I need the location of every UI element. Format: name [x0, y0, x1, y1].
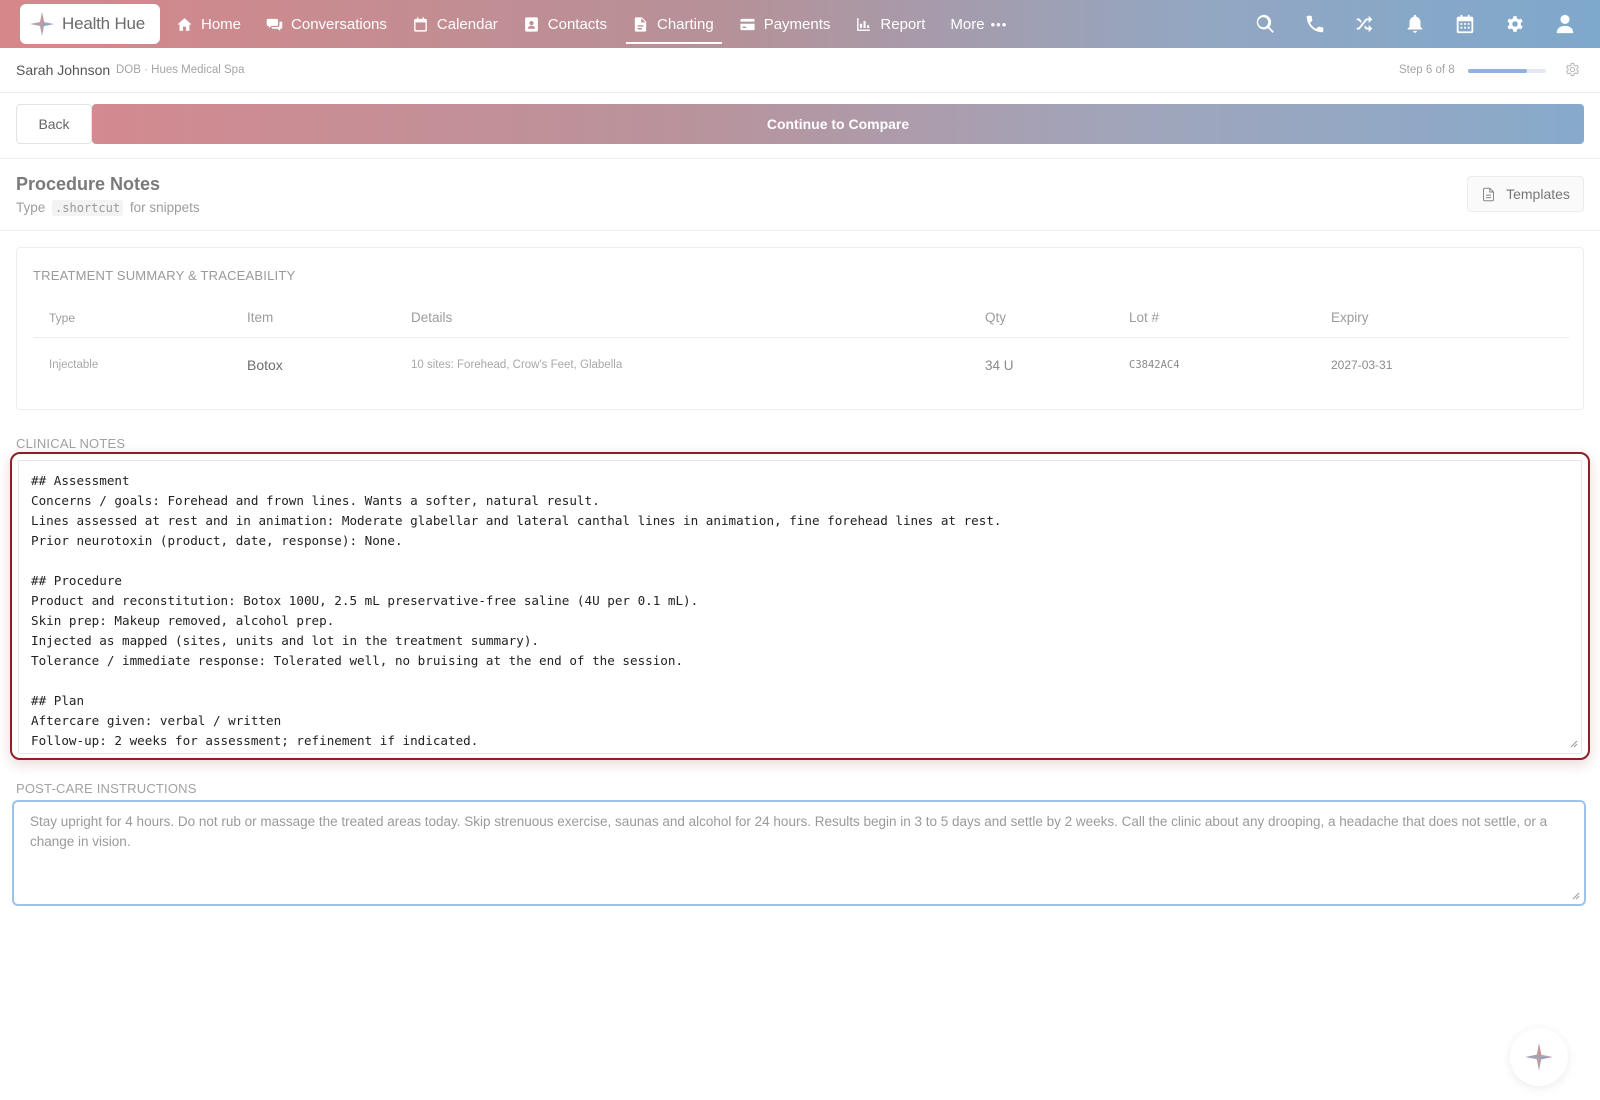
- action-bar: Back Continue to Compare: [0, 94, 1600, 159]
- snippet-shortcut-code: .shortcut: [52, 200, 124, 216]
- column-header-qty: Qty: [985, 310, 1007, 325]
- nav-item-label: Conversations: [291, 15, 387, 33]
- nav-item-payments[interactable]: Payments: [739, 0, 831, 48]
- snippet-hint: Type .shortcut for snippets: [16, 200, 200, 216]
- templates-button[interactable]: Templates: [1467, 176, 1584, 212]
- snippet-hint-prefix: Type: [16, 200, 46, 215]
- step-indicator: Step 6 of 8: [1399, 64, 1455, 76]
- post-care-label: POST-CARE INSTRUCTIONS: [16, 781, 197, 796]
- table-row: Injectable Botox 10 sites: Forehead, Cro…: [33, 340, 1569, 390]
- column-header-lot: Lot #: [1129, 310, 1160, 325]
- table-header: Type Item Details Qty Lot # Expiry: [33, 298, 1569, 338]
- nav-item-label: Home: [201, 15, 242, 33]
- home-icon: [177, 17, 192, 31]
- step-progress-bar: [1468, 69, 1546, 73]
- post-care-textarea[interactable]: Stay upright for 4 hours. Do not rub or …: [12, 800, 1586, 906]
- treatment-summary-title: TREATMENT SUMMARY & TRACEABILITY: [33, 268, 296, 283]
- contact-card-icon: [524, 16, 538, 32]
- document-icon: [1483, 187, 1495, 201]
- user-icon[interactable]: [1554, 13, 1576, 35]
- patient-bar: Sarah Johnson DOB · Hues Medical Spa Ste…: [0, 48, 1600, 93]
- cell-qty: 34 U: [985, 357, 1014, 373]
- nav-item-conversations[interactable]: Conversations: [266, 0, 387, 48]
- page-title: Procedure Notes: [16, 174, 161, 194]
- bar-chart-icon: [857, 17, 871, 31]
- nav-item-label: Calendar: [436, 15, 498, 33]
- clinical-notes-textarea[interactable]: ## Assessment Concerns / goals: Forehead…: [18, 460, 1582, 754]
- templates-label: Templates: [1506, 186, 1570, 202]
- back-button[interactable]: Back: [16, 104, 92, 144]
- clinical-notes-label: CLINICAL NOTES: [16, 436, 126, 451]
- top-navigation-bar: Health Hue Home Conversations Calendar C…: [0, 0, 1600, 48]
- patient-meta: DOB · Hues Medical Spa: [116, 64, 245, 76]
- health-hue-logo-icon: [30, 12, 54, 36]
- cell-item: Botox: [247, 357, 283, 373]
- post-care-text: Stay upright for 4 hours. Do not rub or …: [30, 814, 1548, 849]
- cell-type: Injectable: [49, 359, 99, 371]
- continue-to-compare-button[interactable]: Continue to Compare: [92, 104, 1584, 144]
- nav-item-report[interactable]: Report: [855, 0, 925, 48]
- nav-item-label: Report: [880, 15, 926, 33]
- cell-details: 10 sites: Forehead, Crow's Feet, Glabell…: [411, 359, 623, 371]
- resize-handle-icon[interactable]: [1570, 740, 1578, 748]
- app-logo[interactable]: Health Hue: [20, 4, 160, 44]
- column-header-expiry: Expiry: [1331, 310, 1369, 325]
- nav-item-calendar[interactable]: Calendar: [412, 0, 498, 48]
- nav-item-contacts[interactable]: Contacts: [523, 0, 607, 48]
- search-icon[interactable]: [1254, 13, 1276, 35]
- assistant-button[interactable]: [1510, 1028, 1568, 1086]
- column-header-details: Details: [411, 310, 453, 325]
- shuffle-icon[interactable]: [1354, 13, 1376, 35]
- settings-icon[interactable]: [1564, 61, 1581, 78]
- nav-item-home[interactable]: Home: [176, 0, 241, 48]
- column-header-type: Type: [49, 310, 76, 325]
- clinical-notes-focus-ring: ## Assessment Concerns / goals: Forehead…: [10, 452, 1590, 760]
- snippet-hint-suffix: for snippets: [129, 200, 200, 215]
- nav-item-label: More: [950, 15, 985, 33]
- procedure-notes-header: Procedure Notes Type .shortcut for snipp…: [0, 160, 1600, 231]
- assistant-sparkle-icon: [1525, 1043, 1553, 1071]
- nav-item-more[interactable]: More •••: [950, 0, 1007, 48]
- nav-item-label: Contacts: [547, 15, 607, 33]
- step-progress-fill: [1468, 69, 1527, 73]
- treatment-summary-card: TREATMENT SUMMARY & TRACEABILITY Type It…: [16, 247, 1584, 410]
- column-header-item: Item: [247, 310, 274, 325]
- patient-name: Sarah Johnson: [16, 62, 111, 78]
- nav-item-label: Payments: [763, 15, 831, 33]
- chat-icon: [266, 18, 283, 31]
- credit-card-icon: [740, 18, 755, 30]
- phone-icon[interactable]: [1304, 13, 1326, 35]
- document-icon: [634, 16, 647, 32]
- gear-icon[interactable]: [1504, 13, 1526, 35]
- nav-item-charting[interactable]: Charting: [626, 0, 722, 48]
- calendar-icon: [414, 16, 427, 32]
- bell-icon[interactable]: [1404, 13, 1426, 35]
- nav-item-label: Charting: [656, 15, 714, 33]
- app-name: Health Hue: [62, 14, 146, 33]
- cell-expiry: 2027-03-31: [1331, 358, 1393, 372]
- ellipsis-icon: •••: [990, 16, 1008, 32]
- calendar-grid-icon[interactable]: [1454, 13, 1476, 35]
- resize-handle-icon[interactable]: [1572, 892, 1580, 900]
- cell-lot: C3842AC4: [1129, 359, 1180, 371]
